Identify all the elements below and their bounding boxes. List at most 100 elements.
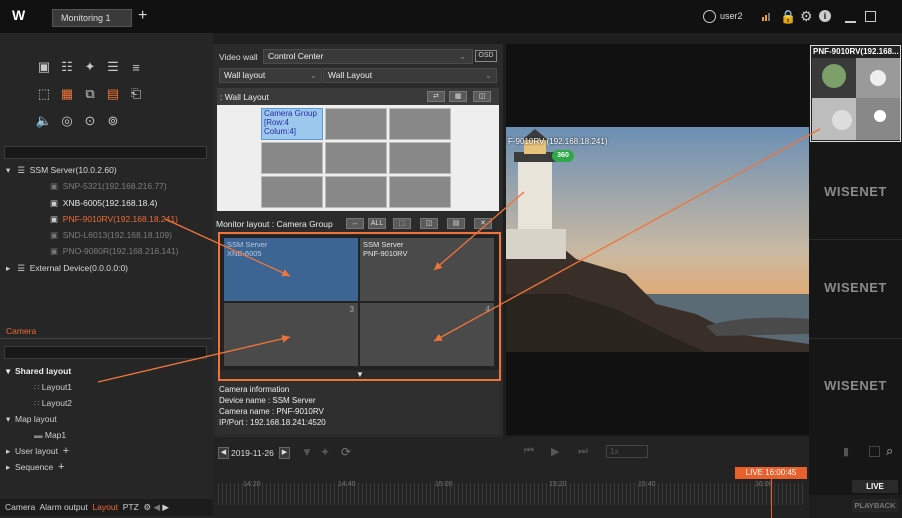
microphone-icon[interactable]: ⊙	[80, 112, 100, 130]
playback-button[interactable]: PLAYBACK	[852, 499, 898, 512]
split-icon[interactable]: ◫	[473, 91, 491, 102]
chevron-down-icon[interactable]: ⌄	[459, 50, 466, 63]
expand-icon[interactable]: ▾	[6, 366, 15, 376]
minimize-icon[interactable]	[845, 21, 856, 23]
tab-layout[interactable]: Layout	[92, 502, 118, 512]
layout-item[interactable]: ▬ Map1	[34, 429, 66, 442]
speaker-icon[interactable]: 🔈	[34, 112, 54, 130]
filter-icon[interactable]: ▼	[301, 445, 313, 459]
layout-search-input[interactable]	[4, 346, 207, 359]
copy-icon[interactable]: ⧉	[80, 85, 100, 103]
tree-item-camera[interactable]: ▣ XNB-6005(192.168.18.4)	[50, 197, 157, 210]
tree-item-camera[interactable]: ▣ PNO-9080R(192.168.216.141)	[50, 245, 179, 258]
headset-icon[interactable]: ◎	[57, 112, 77, 130]
smart-search-icon[interactable]: ✦	[320, 445, 330, 459]
wall-cell[interactable]	[325, 108, 387, 140]
camera-icon[interactable]: ▣	[34, 58, 54, 76]
play-icon[interactable]: ▶	[551, 445, 559, 458]
layout-item[interactable]: ∷ Layout1	[34, 381, 72, 394]
wall-cell[interactable]	[389, 142, 451, 174]
prev-date-icon[interactable]: ◀	[218, 447, 229, 459]
wall-cell-selected[interactable]: Camera Group [Row:4 Colum:4]	[261, 108, 323, 140]
wall-cell[interactable]	[261, 142, 323, 174]
video-viewer[interactable]: F-9010RV (192.168.18.241) 360	[506, 44, 809, 435]
next-icon[interactable]: ▶	[162, 502, 169, 512]
user-name[interactable]: user2	[720, 11, 743, 21]
lock-icon[interactable]: 🔒	[780, 9, 796, 25]
osd-button[interactable]: OSD	[475, 50, 497, 62]
tab-alarm-output[interactable]: Alarm output	[40, 502, 88, 512]
grid-icon[interactable]: ▦	[449, 91, 467, 102]
bookmark-icon[interactable]: ▮	[843, 445, 849, 458]
mic-alt-icon[interactable]: ⊚	[103, 112, 123, 130]
tab-camera[interactable]: Camera	[5, 502, 35, 512]
video-wall-select[interactable]: Control Center ⌄	[263, 49, 473, 64]
wall-cell[interactable]	[389, 176, 451, 208]
device-search-input[interactable]	[4, 146, 207, 159]
expand-icon[interactable]: ▾	[6, 414, 15, 424]
expand-icon[interactable]: ▸	[6, 462, 15, 472]
add-button[interactable]: +	[58, 461, 64, 473]
tile-selected[interactable]: PNF-9010RV(192.168...	[810, 45, 901, 142]
fullscreen-icon[interactable]: ⬚	[393, 218, 411, 229]
tree-item-server[interactable]: ▾ ☰ SSM Server(10.0.2.60)	[6, 164, 117, 177]
tree-item-external[interactable]: ▸ ☰ External Device(0.0.0.0:0)	[6, 262, 128, 275]
maximize-icon[interactable]	[865, 11, 876, 22]
section-tab-camera[interactable]: Camera	[6, 326, 36, 336]
add-button[interactable]: +	[63, 445, 69, 457]
monitor-icon[interactable]: ▤	[103, 85, 123, 103]
expand-icon[interactable]: ▸	[6, 263, 15, 273]
user-icon[interactable]	[703, 10, 716, 23]
gear-icon[interactable]: ⚙	[144, 502, 152, 512]
layout-item[interactable]: ∷ Layout2	[34, 397, 72, 410]
skip-back-icon[interactable]: ⏮	[524, 445, 534, 458]
layout-group-sequence[interactable]: ▸ Sequence +	[6, 461, 64, 474]
assign-icon[interactable]: ↔	[346, 218, 364, 229]
sync-icon[interactable]: ✦	[80, 58, 100, 76]
timeline-ruler[interactable]: 14:20 14:40 15:00 15:20 15:40 16:00	[218, 481, 804, 505]
playhead[interactable]	[771, 479, 772, 518]
tree-item-camera-selected[interactable]: ▣ PNF-9010RV(192.168.18.241)	[50, 213, 178, 226]
skip-forward-icon[interactable]: ⏭	[578, 445, 588, 458]
speed-select[interactable]: 1x	[606, 445, 648, 458]
lock-icon[interactable]	[869, 446, 880, 457]
add-tab-button[interactable]: +	[138, 7, 147, 25]
live-button[interactable]: LIVE	[852, 480, 898, 493]
list-icon[interactable]: ≡	[126, 58, 146, 76]
split-icon[interactable]: ◫	[420, 218, 438, 229]
fullscreen-icon[interactable]: ⬚	[34, 85, 54, 103]
collapse-icon[interactable]: ▼	[356, 370, 364, 379]
layout-group-map[interactable]: ▾ Map layout	[6, 413, 57, 426]
grid-icon[interactable]: ▦	[57, 85, 77, 103]
next-date-icon[interactable]: ▶	[279, 447, 290, 459]
tab-monitoring[interactable]: Monitoring 1	[52, 9, 132, 27]
layout-group-user[interactable]: ▸ User layout +	[6, 445, 69, 458]
tab-ptz[interactable]: PTZ	[123, 502, 139, 512]
date-field[interactable]: 2019-11-26	[231, 447, 277, 459]
tree-item-camera[interactable]: ▣ SND-L6013(192.168.18.109)	[50, 229, 172, 242]
all-button[interactable]: ALL	[368, 218, 386, 229]
expand-icon[interactable]: ▾	[6, 165, 15, 175]
swap-icon[interactable]: ⇄	[427, 91, 445, 102]
layout-icon[interactable]: ▤	[447, 218, 465, 229]
refresh-icon[interactable]: ⟳	[341, 445, 351, 459]
wall-cell[interactable]	[325, 176, 387, 208]
export-icon[interactable]: ⎗	[126, 85, 146, 103]
wall-layout-value-select[interactable]: Wall Layout ⌄	[323, 68, 497, 83]
clear-icon[interactable]: ✕	[474, 218, 492, 229]
wall-cell[interactable]	[261, 176, 323, 208]
gear-icon[interactable]: ⚙	[800, 8, 813, 25]
layout-group-shared[interactable]: ▾ Shared layout	[6, 365, 71, 378]
expand-icon[interactable]: ▸	[6, 446, 15, 456]
layout-icon[interactable]: ☰	[103, 58, 123, 76]
info-icon[interactable]: i	[819, 10, 831, 22]
chevron-down-icon[interactable]: ⌄	[485, 69, 492, 82]
chevron-down-icon[interactable]: ⌄	[310, 69, 317, 82]
wall-cell[interactable]	[325, 142, 387, 174]
print-icon[interactable]: ☷	[57, 58, 77, 76]
search-icon[interactable]: ⌕	[886, 443, 893, 459]
tree-item-camera[interactable]: ▣ SNP-5321(192.168.216.77)	[50, 180, 167, 193]
wall-cell[interactable]	[389, 108, 451, 140]
360-badge[interactable]: 360	[552, 150, 574, 162]
prev-icon[interactable]: ◀	[154, 502, 161, 512]
